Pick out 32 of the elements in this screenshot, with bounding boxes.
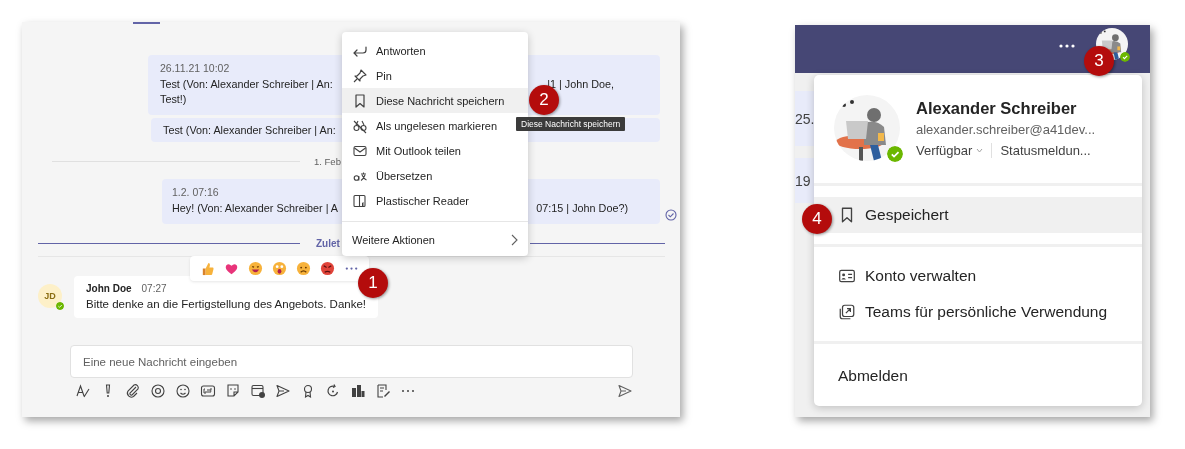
list-item-text: 25. xyxy=(795,110,815,127)
step-number-badge: 4 xyxy=(802,204,832,234)
user-name: Alexander Schreiber xyxy=(916,98,1078,118)
menu-item-label: Plastischer Reader xyxy=(376,194,469,207)
message-text: Test (Von: Alexander Schreiber | An: xyxy=(160,77,333,92)
message-time: 07:27 xyxy=(141,283,167,294)
menu-item-label: Teams für persönliche Verwendung xyxy=(865,303,1108,321)
message-text: Hey! (Von: Alexander Schreiber | A xyxy=(172,201,339,216)
user-avatar: JD xyxy=(38,284,62,308)
message-text: 07:15 | John Doe?) xyxy=(536,201,628,216)
menu-item-label: Abmelden xyxy=(838,367,908,385)
menu-item-label: Diese Nachricht speichern xyxy=(376,94,505,107)
list-item-text: 19 xyxy=(795,172,811,189)
menu-item-label: Antworten xyxy=(376,44,426,57)
menu-item-label: Weitere Aktionen xyxy=(352,234,435,246)
menu-item-label: Konto verwalten xyxy=(865,267,977,285)
menu-item-label: Mit Outlook teilen xyxy=(376,144,461,157)
message-text: Test (Von: Alexander Schreiber | An: xyxy=(163,123,336,138)
step-number-badge: 1 xyxy=(358,268,388,298)
message-timestamp: 26.11.21 10:02 xyxy=(160,62,231,74)
menu-item-label: Als ungelesen markieren xyxy=(376,119,498,132)
message-timestamp: 1.2. 07:16 xyxy=(172,186,220,198)
new-messages-divider: Zulet xyxy=(316,237,340,249)
message-text: Bitte denke an die Fertigstellung des Angebots. Danke! xyxy=(86,298,366,310)
message-text: Test!) xyxy=(160,92,187,107)
menu-item-label: Gespeichert xyxy=(865,206,949,224)
date-divider: 1. Feb xyxy=(314,155,341,167)
tooltip: Diese Nachricht speichern xyxy=(516,117,626,131)
author-name: John Doe xyxy=(86,283,132,294)
menu-item-label: Übersetzen xyxy=(376,169,433,182)
menu-item-label: Pin xyxy=(376,69,392,82)
user-email: alexander.schreiber@a41dev... xyxy=(916,121,1096,137)
